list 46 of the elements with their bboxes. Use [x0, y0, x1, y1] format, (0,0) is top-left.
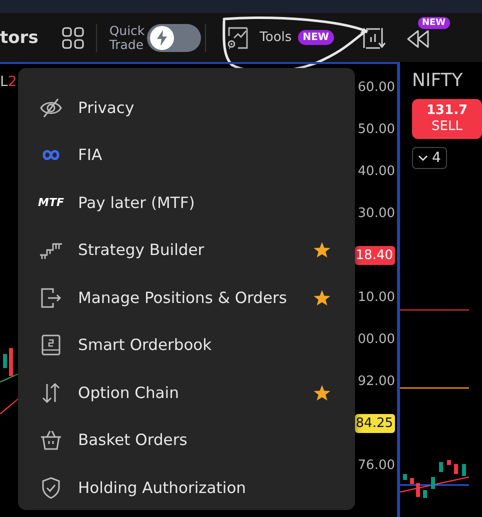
price-axis-label: 00.00 [358, 332, 395, 346]
candle [9, 348, 13, 376]
eye-slash-icon [38, 98, 64, 118]
price-axis-label: 50.00 [358, 122, 395, 136]
price-axis-label: 30.00 [358, 206, 395, 220]
menu-item[interactable]: MTF Pay later (MTF) [18, 179, 355, 226]
quick-trade-toggle[interactable] [146, 24, 201, 52]
price-line [400, 387, 469, 389]
rewind-icon[interactable] [406, 28, 430, 48]
tools-button[interactable]: Tools [260, 30, 292, 45]
price-axis-label: 40.00 [358, 164, 395, 178]
price-tag: 18.40 [354, 246, 395, 264]
basket-icon [38, 430, 64, 450]
menu-item[interactable]: Option Chain [18, 369, 355, 416]
chart-gear-icon[interactable] [226, 26, 250, 50]
price-tag: 84.25 [354, 414, 395, 432]
price-axis-label: 92.00 [358, 374, 395, 388]
bar-chart-arrows-icon[interactable] [360, 26, 386, 50]
indicator-line [0, 398, 18, 414]
menu-item[interactable]: Privacy [18, 84, 355, 132]
sell-button[interactable]: 131.7 SELL [412, 99, 482, 139]
menu-item[interactable]: Basket Orders [18, 416, 355, 464]
chevron-down-icon [418, 155, 428, 161]
price-axis-label: 10.00 [358, 290, 395, 304]
new-badge: NEW [298, 30, 334, 45]
price-axis-label: 60.00 [358, 80, 395, 94]
candle [3, 354, 7, 368]
menu-item[interactable]: FIA [18, 132, 355, 179]
menu-item[interactable]: Strategy Builder [18, 226, 355, 274]
menu-item[interactable]: Holding Authorization [18, 464, 355, 512]
new-badge: NEW [418, 16, 450, 28]
layout-grid-icon[interactable] [62, 26, 84, 48]
legend-label: L2 [0, 74, 17, 90]
menu-item[interactable]: Manage Positions & Orders [18, 274, 355, 322]
indicators-button[interactable]: tors [0, 28, 38, 48]
indicator-line [0, 373, 18, 383]
star-icon[interactable] [313, 384, 331, 402]
symbol-label: NIFTY [412, 70, 463, 91]
quick-trade-label: Quick Trade [109, 24, 145, 52]
star-icon[interactable] [313, 288, 331, 307]
mtf-icon: MTF [38, 196, 64, 210]
lightning-icon [150, 26, 174, 50]
price-axis-label: 76.00 [358, 458, 395, 472]
menu-item[interactable]: Smart Orderbook [18, 322, 355, 369]
quantity-dropdown[interactable]: 4 [412, 147, 447, 169]
star-icon[interactable] [313, 241, 331, 260]
